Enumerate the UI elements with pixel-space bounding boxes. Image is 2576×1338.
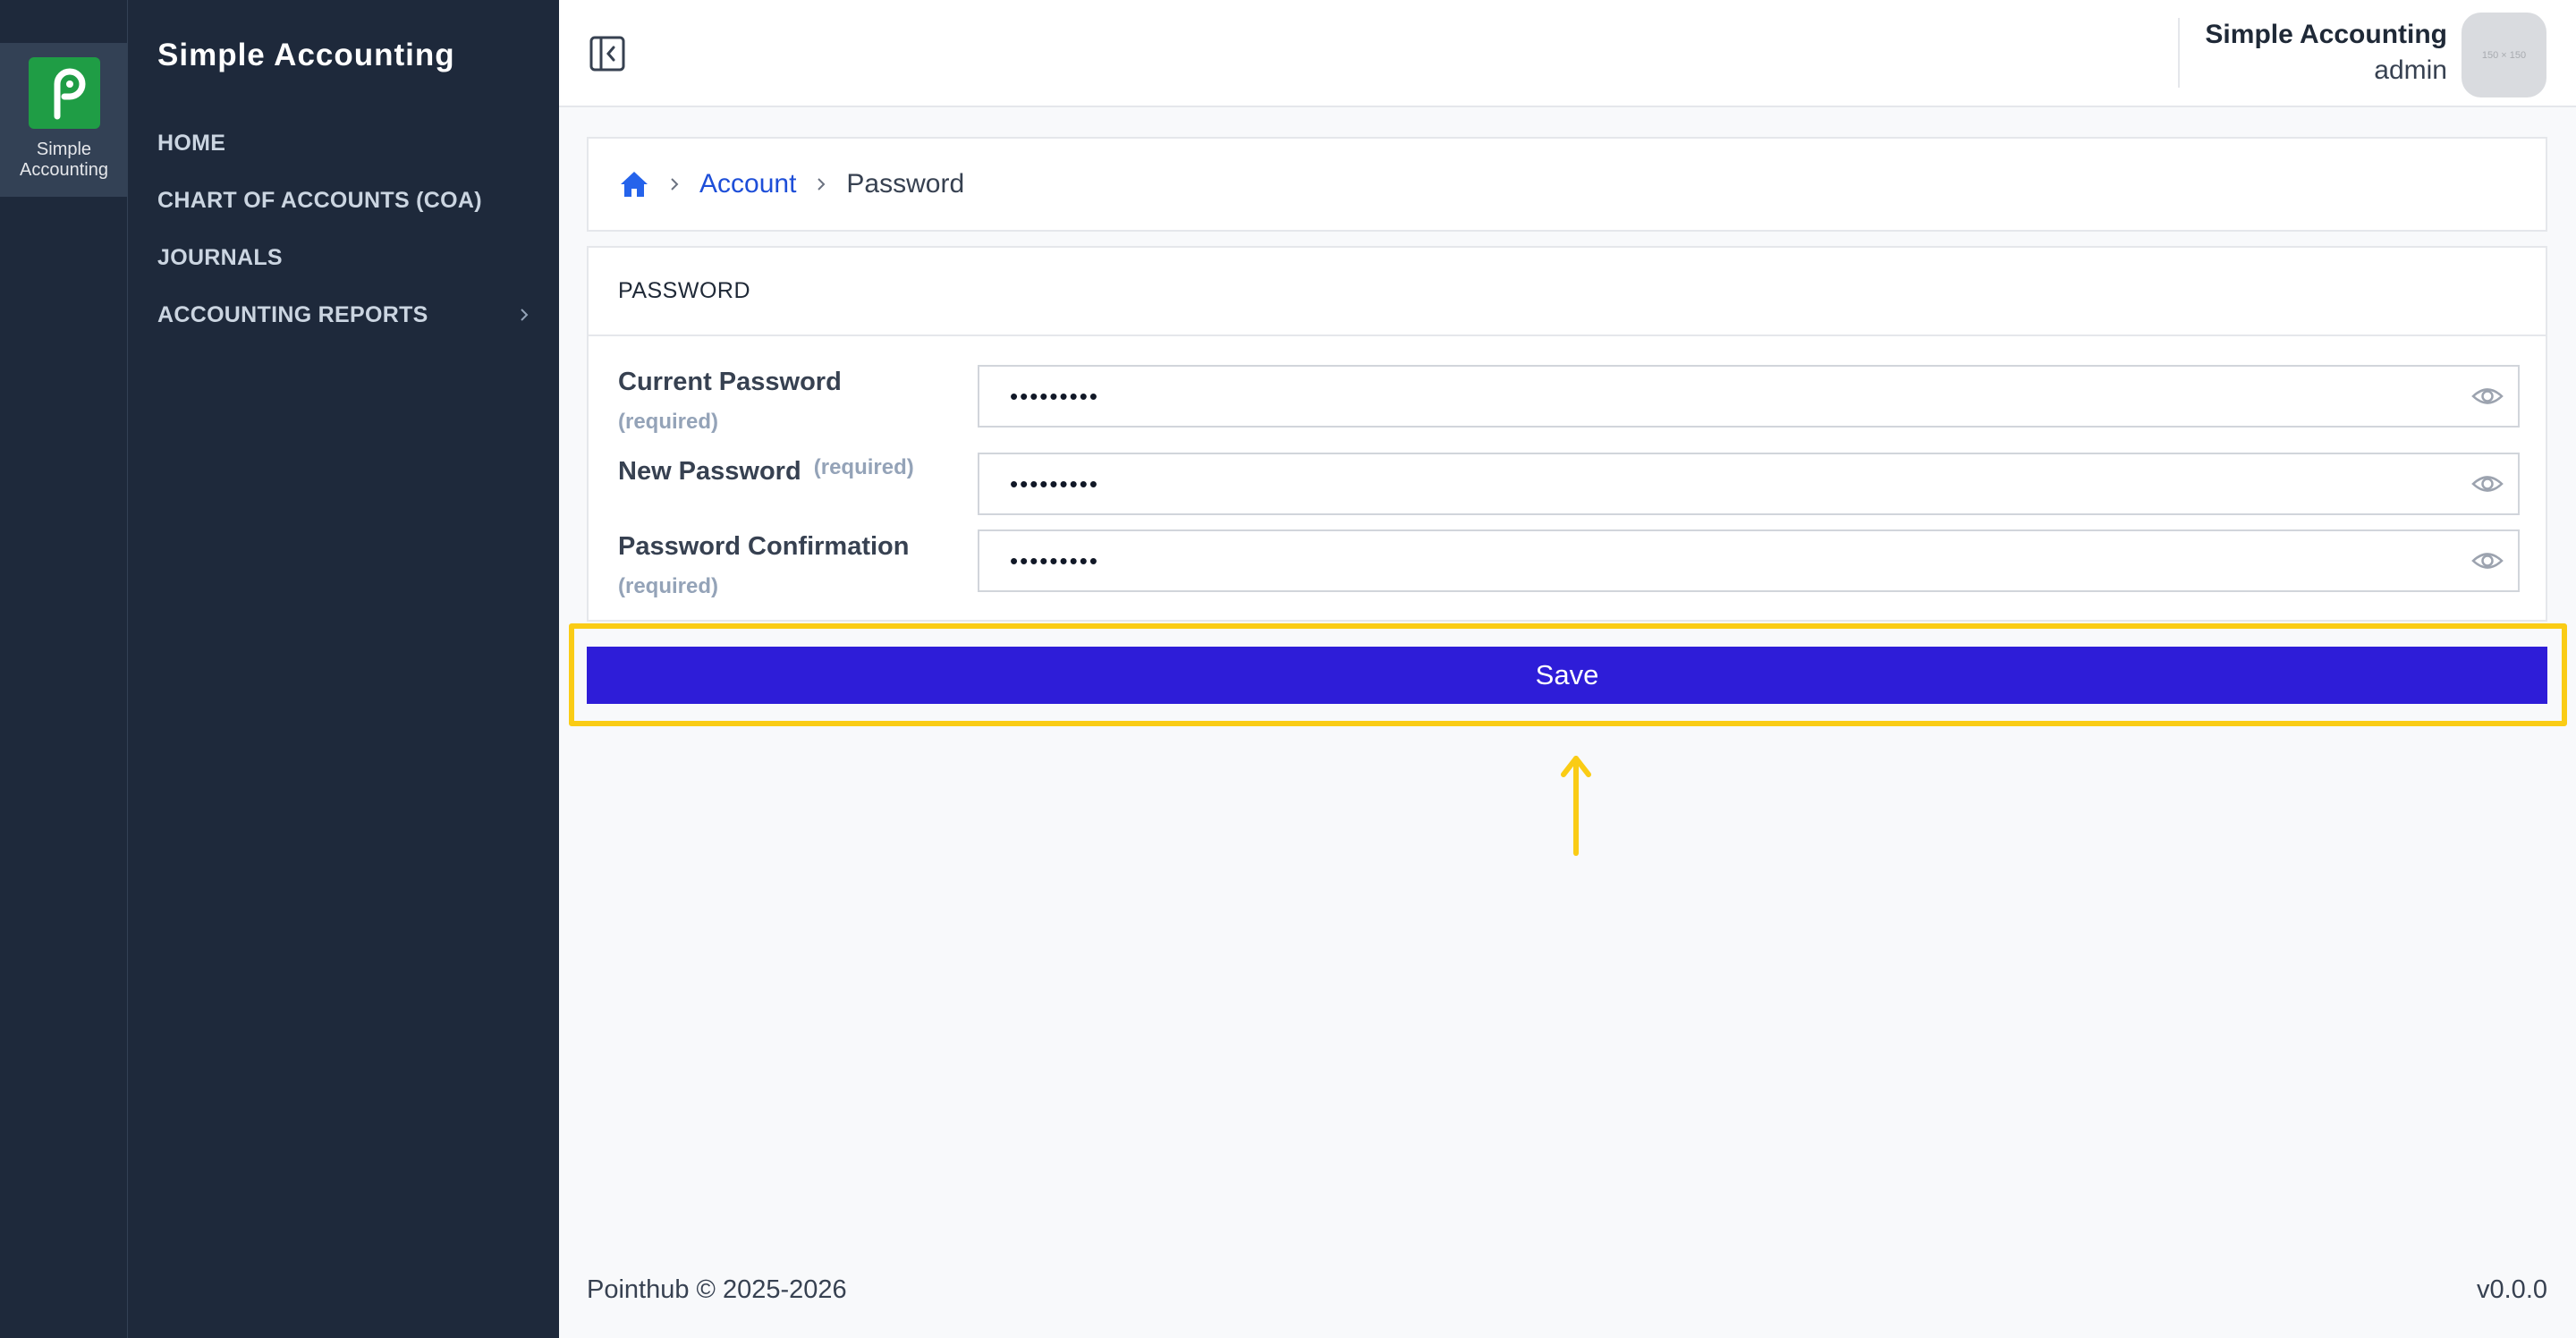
eye-icon[interactable] [2471,383,2504,410]
footer-copyright: Pointhub © 2025-2026 [587,1275,847,1304]
sidebar-item-label: ACCOUNTING REPORTS [157,301,428,327]
new-password-required: (required) [813,455,914,479]
top-divider [2178,18,2180,88]
password-confirmation-value: ••••••••• [1010,546,1099,574]
sidebar-item-chart-of-accounts[interactable]: CHART OF ACCOUNTS (COA) [157,182,533,218]
password-confirmation-field[interactable]: ••••••••• [978,529,2520,592]
chevron-right-icon [671,178,679,191]
user-name: Simple Accounting [2205,20,2447,49]
current-password-required: (required) [618,410,719,434]
footer-version: v0.0.0 [2477,1275,2547,1304]
new-password-field[interactable]: ••••••••• [978,453,2520,515]
sidebar-item-label: CHART OF ACCOUNTS (COA) [157,187,482,213]
new-password-label: New Password (required) [618,455,914,487]
chevron-right-icon [818,178,826,191]
field-label-text: Password Confirmation [618,532,910,561]
breadcrumb-account-link[interactable]: Account [699,169,796,199]
field-label-text: New Password [618,457,801,486]
sidebar-title: Simple Accounting [157,38,455,72]
current-password-field[interactable]: ••••••••• [978,365,2520,428]
rail-app-switcher[interactable]: Simple Accounting [0,43,128,197]
save-button[interactable]: Save [587,647,2547,704]
top-bar: Simple Accounting admin 150 × 150 [559,0,2576,107]
sidebar-item-label: JOURNALS [157,244,283,270]
eye-icon[interactable] [2471,547,2504,574]
current-password-label: Current Password [618,368,842,397]
password-confirmation-required: (required) [618,574,719,598]
sidebar-item-label: HOME [157,130,226,156]
home-icon[interactable] [619,169,649,199]
app-logo-icon [28,57,100,129]
eye-icon[interactable] [2471,470,2504,497]
app-rail: Simple Accounting [0,0,128,1338]
chevron-right-icon [521,309,529,321]
sidebar-item-home[interactable]: HOME [157,125,533,161]
form-title: PASSWORD [589,248,2546,336]
sidebar-item-accounting-reports[interactable]: ACCOUNTING REPORTS [157,297,533,333]
new-password-value: ••••••••• [1010,470,1099,497]
current-password-value: ••••••••• [1010,382,1099,410]
arrow-up-icon [1561,756,1591,856]
breadcrumb-current: Password [846,169,965,199]
user-role: admin [2374,55,2447,85]
sidebar: Simple Accounting HOME CHART OF ACCOUNTS… [128,0,559,1338]
avatar[interactable]: 150 × 150 [2462,13,2546,97]
sidebar-item-journals[interactable]: JOURNALS [157,240,533,275]
breadcrumb: Account Password [587,137,2547,232]
collapse-sidebar-icon[interactable] [589,36,625,72]
rail-app-label: Simple Accounting [20,140,108,180]
password-confirmation-label: Password Confirmation [618,532,910,562]
field-label-text: Current Password [618,368,842,396]
password-form-card: PASSWORD Current Password (required) •••… [587,246,2547,622]
